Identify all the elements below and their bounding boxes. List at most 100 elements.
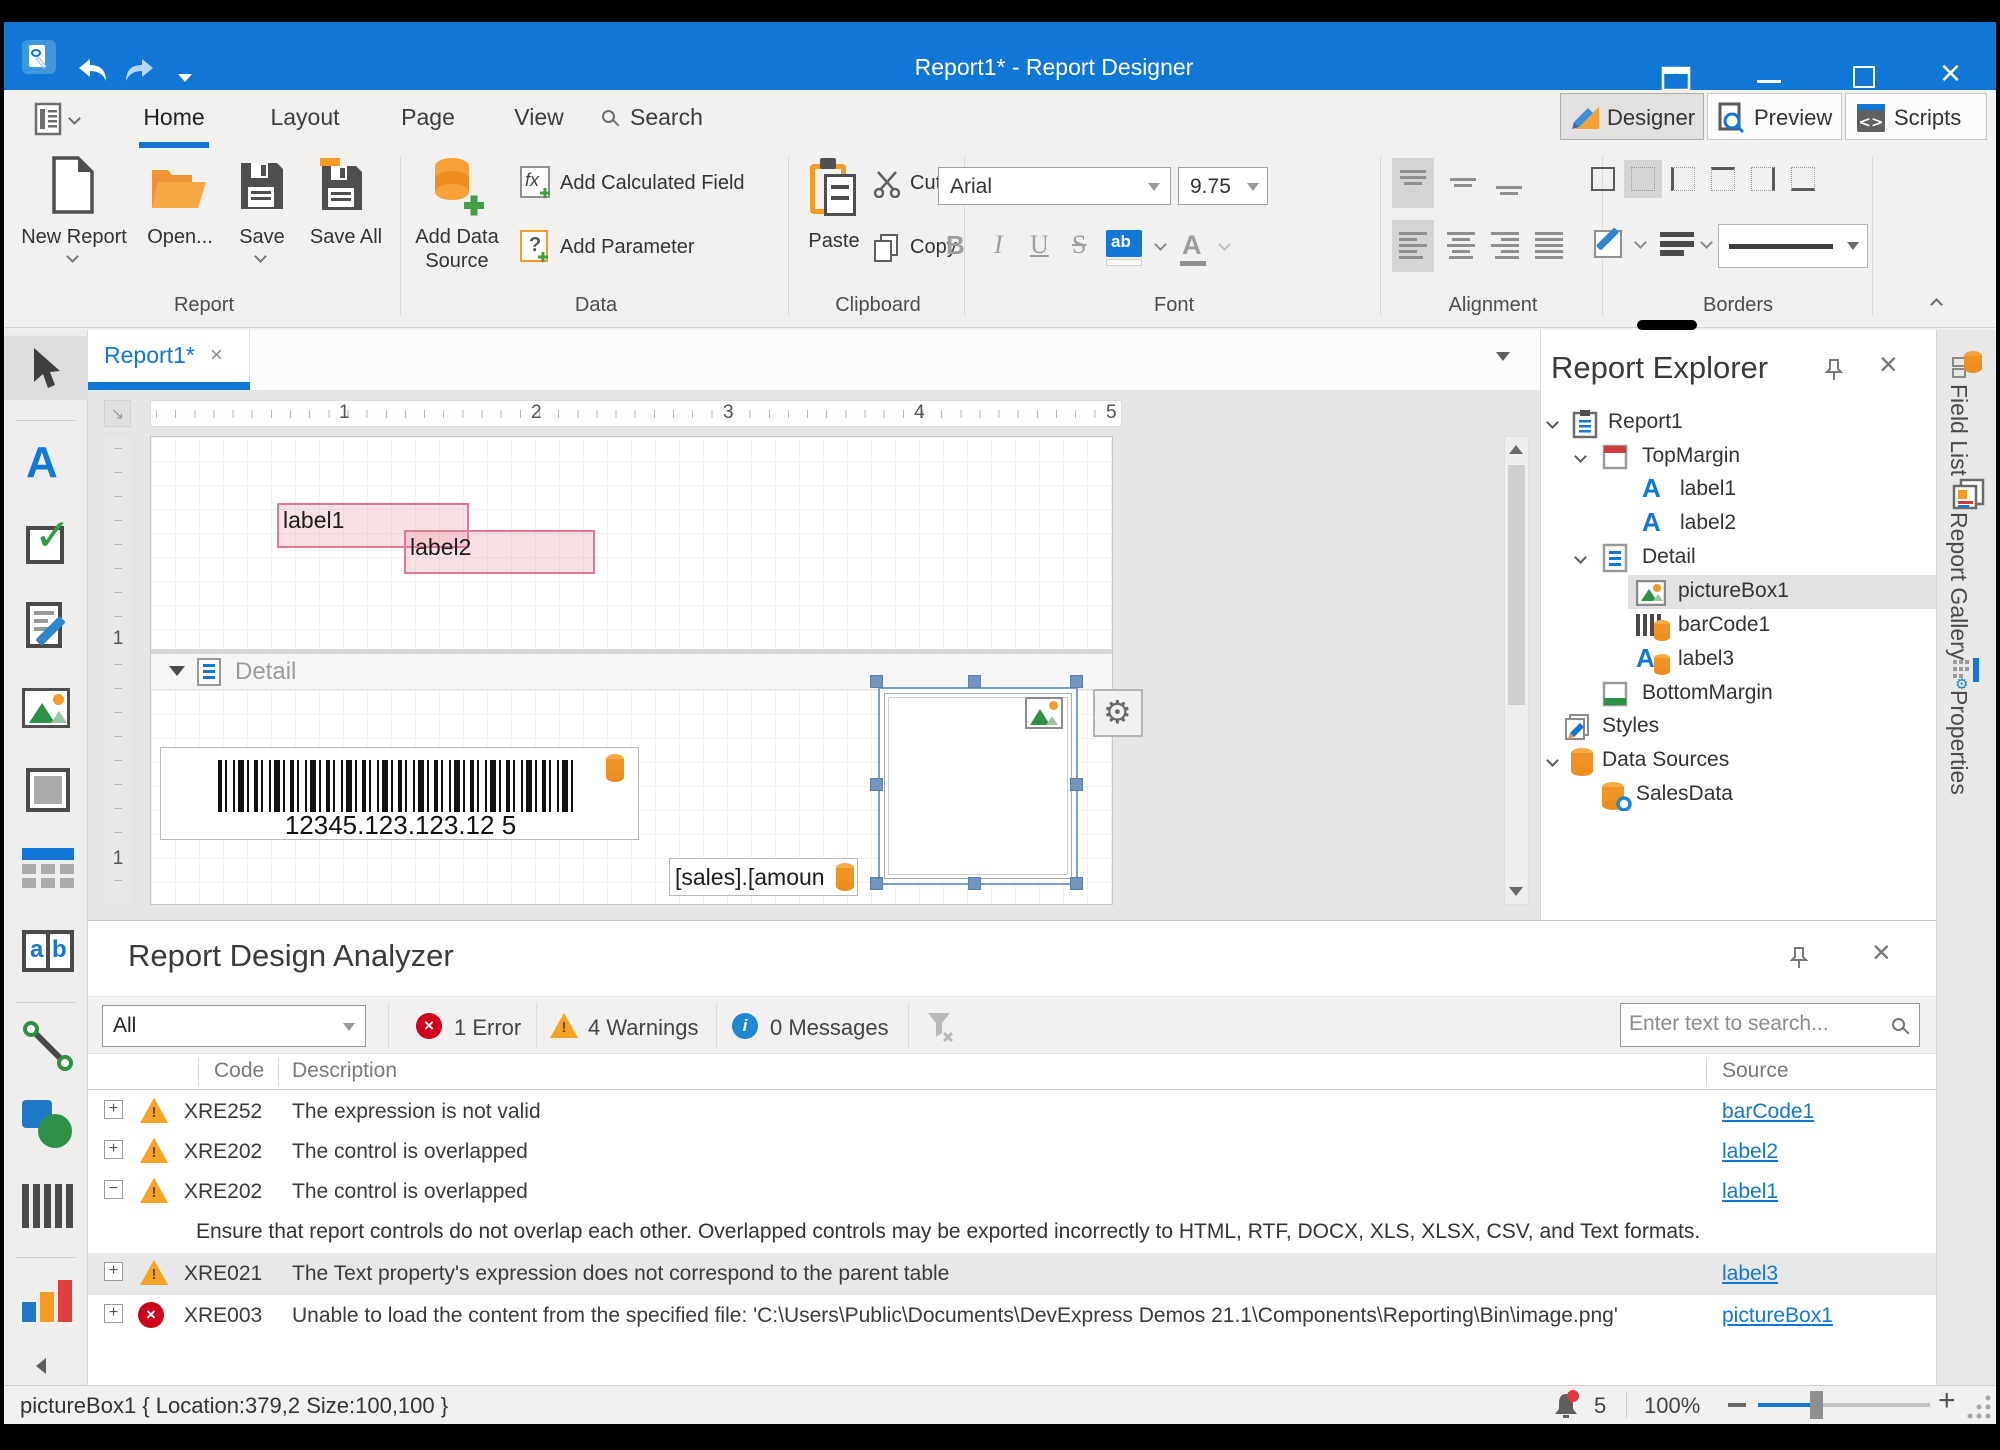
align-center-button[interactable] (1440, 220, 1482, 272)
align-left-button[interactable] (1392, 220, 1434, 272)
tool-label[interactable]: A (4, 434, 88, 498)
add-data-source-icon[interactable] (428, 156, 486, 218)
tool-checkbox[interactable]: ✓ (4, 514, 88, 578)
source-link[interactable]: label2 (1722, 1140, 1778, 1164)
underline-button[interactable]: U (1030, 230, 1049, 260)
tool-chart[interactable] (4, 1270, 88, 1334)
designer-view-button[interactable]: Designer (1560, 93, 1704, 140)
strikeout-button[interactable]: S (1072, 230, 1086, 260)
qat-dropdown-icon[interactable] (178, 74, 192, 82)
minimize-icon[interactable] (1757, 80, 1781, 83)
new-report-icon[interactable] (50, 156, 96, 214)
open-icon[interactable] (150, 162, 208, 212)
cut-button[interactable]: Cut (910, 172, 941, 195)
zoom-slider-thumb[interactable] (1810, 1391, 1823, 1419)
ribbon-expand-icon[interactable] (1661, 66, 1691, 92)
align-middle-button[interactable] (1442, 158, 1484, 208)
font-name-caret-icon[interactable] (1148, 183, 1160, 191)
tree-item-topmargin[interactable]: TopMargin (1540, 440, 1936, 474)
add-data-source-button-line2[interactable]: Source (412, 250, 502, 273)
clear-filter-icon[interactable] (926, 1011, 956, 1043)
tree-item-salesdata[interactable]: SalesData (1540, 778, 1936, 812)
collapse-icon[interactable]: − (104, 1180, 123, 1199)
tool-pointer[interactable] (4, 336, 88, 400)
redo-icon[interactable] (124, 58, 156, 84)
selection-handle[interactable] (1070, 675, 1083, 688)
tree-item-barcode1[interactable]: barCode1 (1540, 609, 1936, 643)
severity-filter-combo[interactable]: All (102, 1005, 366, 1047)
tab-list-dropdown-icon[interactable] (1496, 352, 1510, 361)
tab-field-list[interactable]: Field List (1945, 384, 1972, 476)
tool-picture[interactable] (4, 678, 88, 742)
border-width-icon[interactable] (1660, 232, 1694, 256)
new-report-button[interactable]: New Report (18, 226, 130, 249)
align-right-button[interactable] (1484, 220, 1526, 272)
tab-layout[interactable]: Layout (262, 104, 348, 131)
smart-tag-button[interactable]: ⚙ (1093, 689, 1143, 737)
tree-item-styles[interactable]: Styles (1540, 710, 1936, 744)
expand-icon[interactable]: + (104, 1304, 123, 1323)
barcode-control[interactable]: 12345.123.123.12 5 (160, 747, 639, 840)
italic-button[interactable]: I (994, 230, 1003, 260)
analyzer-row[interactable]: + ! XRE252 The expression is not valid b… (88, 1092, 1936, 1132)
source-link[interactable]: pictureBox1 (1722, 1304, 1833, 1328)
bell-icon[interactable] (1552, 1390, 1582, 1420)
save-button[interactable]: Save (230, 226, 294, 249)
expand-icon[interactable]: + (104, 1262, 123, 1281)
scroll-up-icon[interactable] (1509, 445, 1523, 454)
save-all-icon[interactable] (314, 158, 368, 212)
tab-report-gallery[interactable]: Report Gallery (1945, 512, 1972, 660)
selection-handle[interactable] (1070, 877, 1083, 890)
filter-caret-icon[interactable] (343, 1023, 355, 1031)
border-top-button[interactable] (1704, 160, 1742, 198)
analyzer-row[interactable]: + × XRE003 Unable to load the content fr… (88, 1296, 1936, 1336)
selection-handle[interactable] (968, 675, 981, 688)
add-calculated-field-button[interactable]: Add Calculated Field (560, 172, 745, 195)
chevron-down-icon[interactable] (1546, 754, 1559, 767)
scripts-view-button[interactable]: <> Scripts (1845, 93, 1987, 140)
chevron-down-icon[interactable] (1546, 416, 1559, 429)
source-link[interactable]: label1 (1722, 1180, 1778, 1204)
open-button[interactable]: Open... (142, 226, 218, 249)
tree-item-datasources[interactable]: Data Sources (1540, 744, 1936, 778)
align-justify-button[interactable] (1528, 220, 1570, 272)
zoom-in-icon[interactable]: + (1938, 1384, 1956, 1418)
line-style-caret-icon[interactable] (1847, 242, 1859, 250)
add-parameter-button[interactable]: Add Parameter (560, 236, 695, 259)
line-style-combo[interactable] (1718, 224, 1868, 268)
bold-button[interactable]: B (946, 230, 965, 261)
font-size-combo[interactable]: 9.75 (1178, 167, 1268, 205)
chevron-down-icon[interactable] (1574, 551, 1587, 564)
ribbon-collapse-icon[interactable] (1930, 298, 1943, 311)
save-icon[interactable] (238, 160, 286, 212)
selection-handle[interactable] (1070, 778, 1083, 791)
column-source[interactable]: Source (1722, 1059, 1789, 1083)
design-vscrollbar[interactable] (1504, 436, 1529, 905)
label2-control[interactable]: label2 (404, 530, 595, 574)
pin-icon[interactable] (1788, 946, 1810, 970)
expand-icon[interactable]: + (104, 1100, 123, 1119)
border-none-button[interactable] (1624, 160, 1662, 198)
font-size-caret-icon[interactable] (1247, 183, 1259, 191)
analyzer-search-box[interactable] (1620, 1003, 1920, 1047)
tab-search[interactable]: Search (630, 104, 703, 131)
font-color-caret-icon[interactable] (1218, 238, 1231, 251)
border-right-button[interactable] (1744, 160, 1782, 198)
tool-character-comb[interactable]: a b (4, 922, 88, 986)
highlight-caret-icon[interactable] (1154, 238, 1167, 251)
warning-filter-button[interactable]: 4 Warnings (588, 1015, 698, 1041)
border-color-caret-icon[interactable] (1634, 236, 1647, 249)
tree-item-label1[interactable]: A label1 (1540, 473, 1936, 507)
zoom-out-icon[interactable] (1728, 1403, 1746, 1407)
tool-shape[interactable] (4, 1092, 88, 1156)
paste-icon[interactable] (810, 158, 860, 218)
tab-properties[interactable]: Properties (1945, 690, 1972, 795)
tab-home[interactable]: Home (139, 104, 209, 131)
tree-item-label2[interactable]: A label2 (1540, 507, 1936, 541)
source-link[interactable]: label3 (1722, 1262, 1778, 1286)
border-color-icon[interactable] (1594, 230, 1622, 258)
column-description[interactable]: Description (292, 1059, 397, 1083)
panel-close-icon[interactable]: × (1872, 934, 1891, 971)
align-bottom-button[interactable] (1488, 158, 1530, 208)
panel-close-icon[interactable]: × (1879, 346, 1898, 383)
